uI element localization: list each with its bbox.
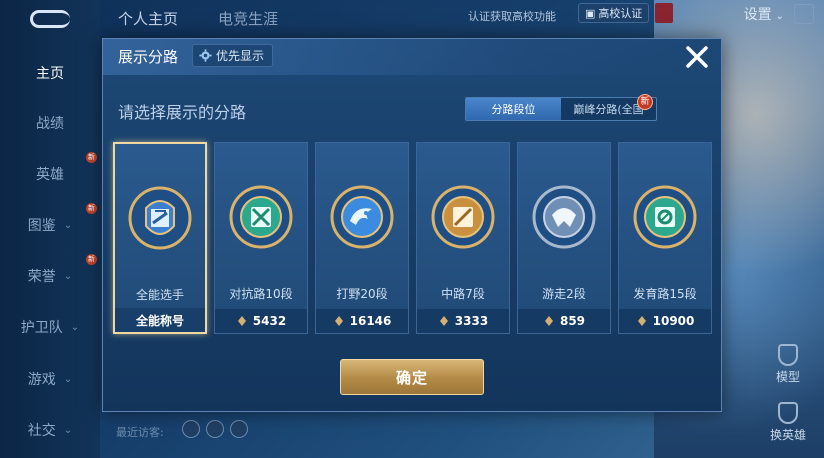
rank-points-icon (637, 316, 646, 326)
sidebar-item-heroes[interactable]: 英雄 (0, 159, 100, 189)
lane-type-toggle: 分路段位 巅峰分路(全国 (465, 97, 657, 121)
sidebar-item-label: 护卫队 (20, 320, 63, 336)
settings-label: 设置 (743, 7, 772, 23)
school-auth-label: 高校认证 (598, 7, 643, 20)
lane-card-footer: 全能称号 (115, 308, 205, 332)
lane-card-value: 5432 (252, 314, 287, 328)
switch-hero-icon (778, 402, 798, 424)
chevron-down-icon: ⌄ (63, 219, 73, 231)
sidebar-item-social[interactable]: 社交 ⌄ (0, 415, 100, 445)
lane-card-footer: 5432 (215, 309, 307, 333)
sidebar-item-game[interactable]: 游戏 ⌄ (0, 364, 100, 394)
rank-points-icon (439, 316, 448, 326)
lane-card-value: 3333 (454, 314, 489, 328)
rank-points-icon (237, 316, 246, 326)
lane-card-all-round[interactable]: 全能选手 全能称号 (113, 142, 207, 334)
lane-card-title: 游走2段 (542, 287, 586, 301)
settings-menu[interactable]: 设置 ⌄ (744, 4, 784, 24)
lane-card-value: 10900 (652, 314, 695, 328)
lane-card-value: 全能称号 (135, 313, 184, 328)
lane-card-footer: 859 (518, 309, 610, 333)
sidebar-item-label: 社交 (27, 423, 56, 439)
mid-lane-icon (431, 185, 495, 249)
jungle-icon (330, 185, 394, 249)
lane-card-footer: 16146 (316, 309, 408, 333)
sidebar-item-record[interactable]: 战绩 (0, 108, 100, 138)
tab-lane-rank[interactable]: 分路段位 (466, 98, 561, 120)
new-marker: 新 (86, 203, 97, 214)
switch-hero-button[interactable]: 换英雄 (766, 402, 810, 443)
lane-card-footer: 10900 (619, 309, 711, 333)
farm-lane-icon (633, 185, 697, 249)
clash-lane-icon (229, 185, 293, 249)
roam-icon (532, 185, 596, 249)
school-icon: ▣ (585, 6, 596, 20)
back-icon[interactable] (30, 10, 70, 28)
display-lane-dialog: 展示分路 优先显示 请选择展示的分路 分路段位 巅峰分路(全国 新 全能选手 全… (102, 38, 722, 412)
lane-card-value: 16146 (349, 314, 392, 328)
lane-card-roam[interactable]: 游走2段 859 (517, 142, 611, 334)
sidebar-item-label: 图鉴 (27, 218, 56, 234)
avatar[interactable] (230, 420, 248, 438)
dialog-title: 展示分路 (118, 48, 179, 66)
tab-profile[interactable]: 个人主页 (118, 8, 178, 29)
confirm-button[interactable]: 确定 (340, 359, 484, 395)
vip-icon (655, 3, 673, 23)
school-auth-hint[interactable]: 认证获取高校功能 (468, 8, 556, 24)
chevron-down-icon: ⌄ (70, 321, 80, 333)
new-marker: 新 (86, 254, 97, 265)
sidebar-item-label: 荣誉 (27, 269, 56, 285)
top-bar: 个人主页 电竞生涯 (100, 0, 824, 36)
switch-hero-label: 换英雄 (769, 428, 806, 442)
sidebar-item-label: 战绩 (36, 116, 64, 132)
sidebar-item-home[interactable]: 主页 (0, 58, 100, 88)
avatar[interactable] (206, 420, 224, 438)
gear-icon (199, 49, 212, 62)
chevron-down-icon: ⌄ (63, 424, 73, 436)
tab-label: 巅峰分路(全国 (573, 103, 644, 116)
sidebar: 主页 战绩 英雄 新 图鉴 ⌄ 新 荣誉 ⌄ 新 护卫队 ⌄ 游戏 ⌄ 社交 ⌄ (0, 0, 100, 458)
model-label: 模型 (775, 370, 800, 384)
sidebar-item-label: 游戏 (27, 372, 56, 388)
lane-card-title: 全能选手 (135, 288, 184, 302)
tab-esports-career[interactable]: 电竞生涯 (218, 8, 278, 29)
lane-card-mid[interactable]: 中路7段 3333 (416, 142, 510, 334)
lane-card-title: 打野20段 (336, 287, 388, 301)
model-icon (778, 344, 798, 366)
new-marker: 新 (86, 152, 97, 163)
new-badge: 新 (637, 94, 653, 110)
sidebar-item-atlas[interactable]: 图鉴 ⌄ (0, 210, 100, 240)
school-auth-button[interactable]: ▣ 高校认证 (578, 3, 650, 23)
lane-card-title: 中路7段 (441, 287, 485, 301)
share-icon[interactable] (794, 4, 814, 24)
sidebar-item-label: 主页 (36, 66, 64, 82)
lane-card-farm[interactable]: 发育路15段 10900 (618, 142, 712, 334)
chevron-down-icon: ⌄ (775, 11, 784, 22)
tab-label: 分路段位 (491, 103, 536, 116)
model-button[interactable]: 模型 (766, 344, 810, 385)
lane-select-prompt: 请选择展示的分路 (118, 103, 247, 122)
priority-display-button[interactable]: 优先显示 (192, 44, 274, 67)
chevron-down-icon: ⌄ (63, 373, 73, 385)
rank-points-icon (544, 316, 553, 326)
lane-card-title: 对抗路10段 (229, 287, 293, 301)
rank-points-icon (334, 316, 343, 326)
avatar[interactable] (182, 420, 200, 438)
confirm-label: 确定 (395, 368, 428, 387)
all-round-icon (128, 186, 192, 250)
chevron-down-icon: ⌄ (63, 270, 73, 282)
lane-card-title: 发育路15段 (633, 287, 697, 301)
lane-card-jungle[interactable]: 打野20段 16146 (315, 142, 409, 334)
sidebar-item-guard[interactable]: 护卫队 ⌄ (0, 312, 100, 342)
recent-visitors-label: 最近访客: (116, 426, 164, 439)
sidebar-item-label: 英雄 (36, 167, 64, 183)
sidebar-item-honor[interactable]: 荣誉 ⌄ (0, 261, 100, 291)
lane-card-footer: 3333 (417, 309, 509, 333)
priority-display-label: 优先显示 (216, 49, 265, 63)
lane-card-value: 859 (559, 314, 586, 328)
close-icon (686, 46, 708, 68)
lane-card-clash[interactable]: 对抗路10段 5432 (214, 142, 308, 334)
close-button[interactable] (683, 43, 711, 71)
lane-card-list: 全能选手 全能称号 对抗路10段 5432 打野20段 16146 中路7段 3… (113, 142, 713, 334)
